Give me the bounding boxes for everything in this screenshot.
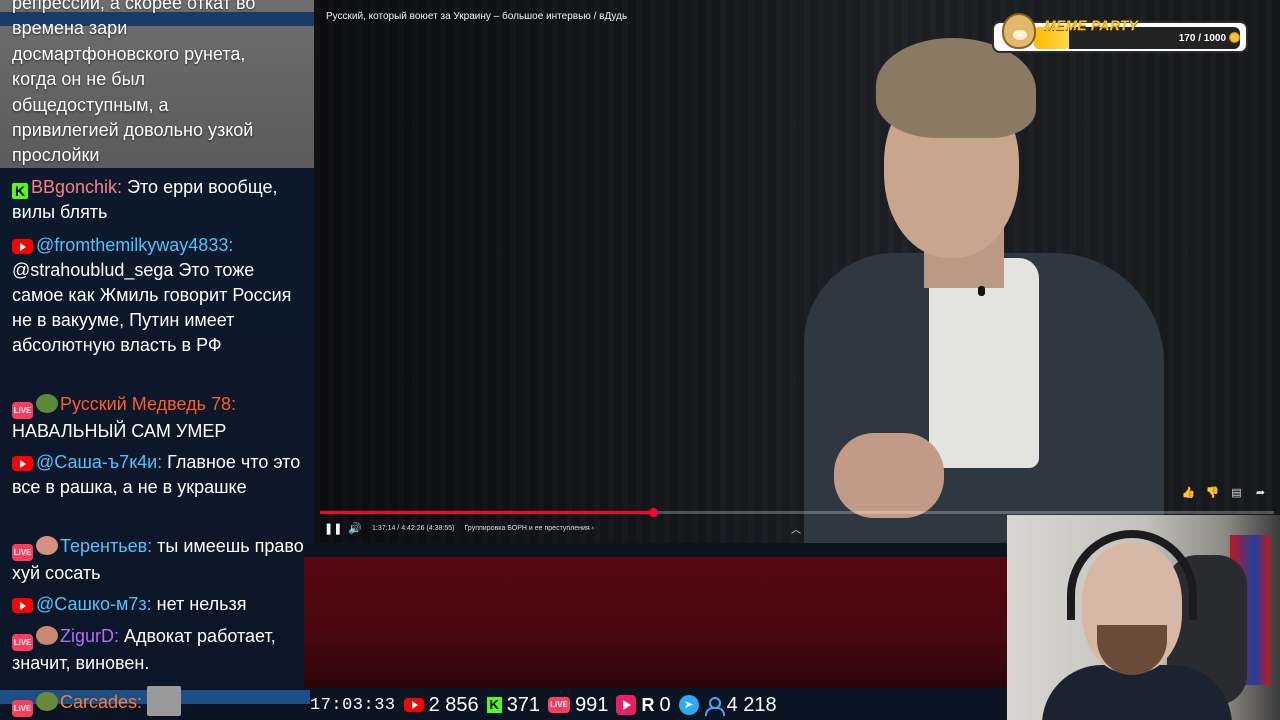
- video-player[interactable]: Русский, который воюет за Украину – боль…: [314, 0, 1280, 543]
- live-icon: LIVE: [12, 402, 33, 419]
- live-icon: LIVE: [548, 697, 571, 713]
- chat-message: LIVE Русский Медведь 78: НАВАЛЬНЫЙ САМ УМ…: [12, 392, 308, 444]
- dislike-icon[interactable]: 👎: [1205, 486, 1220, 500]
- chat-author[interactable]: @Саша-ъ7к4и:: [36, 452, 162, 472]
- progress-scrubber[interactable]: [648, 508, 658, 517]
- total-count: 4 218: [726, 693, 777, 716]
- chat-message: @fromthemilkyway4833: @strahoublud_sega …: [12, 233, 308, 358]
- volume-icon[interactable]: 🔊: [348, 522, 362, 535]
- highlighted-message-text: репрессий, а скорее откат во времена зар…: [12, 0, 256, 166]
- avatar: [36, 536, 58, 555]
- avatar: [36, 394, 58, 413]
- chat-author[interactable]: @Сашко-м7з:: [36, 594, 152, 614]
- kick-icon: K: [486, 697, 502, 713]
- comment-icon[interactable]: ▤: [1229, 486, 1244, 500]
- chat-message: K BBgonchik: Это ерри вообще, вилы блять: [12, 175, 308, 225]
- chat-message: LIVE Терентьев: ты имеешь право хуй сосат…: [12, 534, 308, 586]
- time-display: 1:37:14 / 4:42:26 (4:38:55): [372, 525, 455, 532]
- telegram-icon: ➤: [678, 695, 699, 715]
- stats-row: 17:03:33 2 856 K 371 LIVE 991 R 0 ➤ 4 21…: [310, 693, 777, 717]
- progress-played: [320, 511, 653, 514]
- avatar: [36, 692, 58, 711]
- chat-message: @Саша-ъ7к4и: Главное что это все в рашка…: [12, 450, 308, 500]
- chat-author[interactable]: Терентьев:: [60, 536, 152, 556]
- youtube-count: 2 856: [428, 693, 479, 716]
- telegram-viewers: ➤ 4 218: [678, 693, 777, 717]
- pause-icon[interactable]: ❚❚: [324, 522, 342, 535]
- chat-panel: репрессий, а скорее откат во времена зар…: [0, 0, 314, 688]
- chat-author[interactable]: ZigurD:: [60, 626, 119, 646]
- play-icon: [616, 695, 637, 715]
- person-hands: [834, 433, 944, 518]
- headset-icon: [1067, 530, 1197, 620]
- interview-host: [764, 38, 1184, 543]
- chat-text: нет нельзя: [156, 594, 247, 614]
- meme-party-count: 170 / 1000: [1178, 33, 1226, 44]
- chat-text: @strahoublud_sega Это тоже самое как Жми…: [12, 260, 292, 355]
- live-viewers: LIVE 991: [548, 694, 608, 717]
- avatar: [36, 626, 58, 645]
- share-icon[interactable]: ➦: [1253, 486, 1268, 500]
- doge-icon: [1002, 13, 1036, 49]
- clock: 17:03:33: [310, 695, 396, 715]
- video-title[interactable]: Русский, который воюет за Украину – боль…: [326, 11, 627, 22]
- lapel-mic-icon: [978, 286, 985, 296]
- kick-count: 371: [506, 693, 541, 716]
- youtube-icon: [12, 239, 33, 254]
- chat-author[interactable]: Русский Медведь 78:: [60, 394, 236, 414]
- chat-author[interactable]: BBgonchik:: [31, 177, 122, 197]
- youtube-icon: [403, 698, 424, 712]
- live-icon: LIVE: [12, 700, 33, 717]
- youtube-icon: [12, 598, 33, 613]
- player-controls: ❚❚ 🔊 1:37:14 / 4:42:26 (4:38:55) Группир…: [324, 522, 594, 535]
- kick-icon: K: [12, 183, 28, 199]
- play-viewers: R 0: [616, 693, 671, 717]
- red-banner: [304, 543, 1008, 688]
- like-icon[interactable]: 👍: [1181, 486, 1196, 500]
- chat-author[interactable]: @fromthemilkyway4833:: [36, 235, 233, 255]
- stats-bar: LIVE Carcades: 17:03:33 2 856 K 371 LIVE …: [0, 686, 1007, 720]
- video-actions: 👍 👎 ▤ ➦: [1181, 486, 1268, 500]
- chevron-up-icon[interactable]: ︿: [791, 521, 801, 536]
- chat-message: LIVE ZigurD: Адвокат работает, значит, ви…: [12, 624, 308, 676]
- coin-icon: [1229, 32, 1240, 43]
- youtube-viewers: 2 856: [403, 693, 479, 717]
- rumble-icon: R: [641, 694, 655, 715]
- chat-message: LIVE Carcades:: [12, 686, 302, 717]
- chapter-label: Группировка БОРН и ее преступления: [464, 525, 590, 532]
- chapter-title[interactable]: Группировка БОРН и ее преступления ›: [465, 525, 594, 532]
- kick-viewers: K 371: [486, 693, 541, 717]
- meme-party-title: MEME PARTY: [1044, 17, 1139, 33]
- chat-author[interactable]: Carcades:: [60, 692, 142, 712]
- chat-message: @Сашко-м7з: нет нельзя: [12, 592, 308, 617]
- chapter-arrow-icon: ›: [591, 525, 594, 532]
- youtube-icon: [12, 456, 33, 471]
- user-icon: [704, 696, 725, 716]
- cat-emote-icon: [147, 686, 182, 716]
- meme-party-widget: MEME PARTY 170 / 1000: [992, 13, 1248, 53]
- live-icon: LIVE: [12, 634, 33, 651]
- chat-text: НАВАЛЬНЫЙ САМ УМЕР: [12, 421, 227, 441]
- play-count: 0: [659, 693, 671, 716]
- live-icon: LIVE: [12, 544, 33, 561]
- banner-top-stripe: [304, 543, 1008, 557]
- person-hair: [876, 38, 1036, 138]
- live-count: 991: [575, 693, 609, 716]
- streamer-webcam: [1007, 515, 1280, 720]
- progress-bar[interactable]: [320, 508, 1274, 517]
